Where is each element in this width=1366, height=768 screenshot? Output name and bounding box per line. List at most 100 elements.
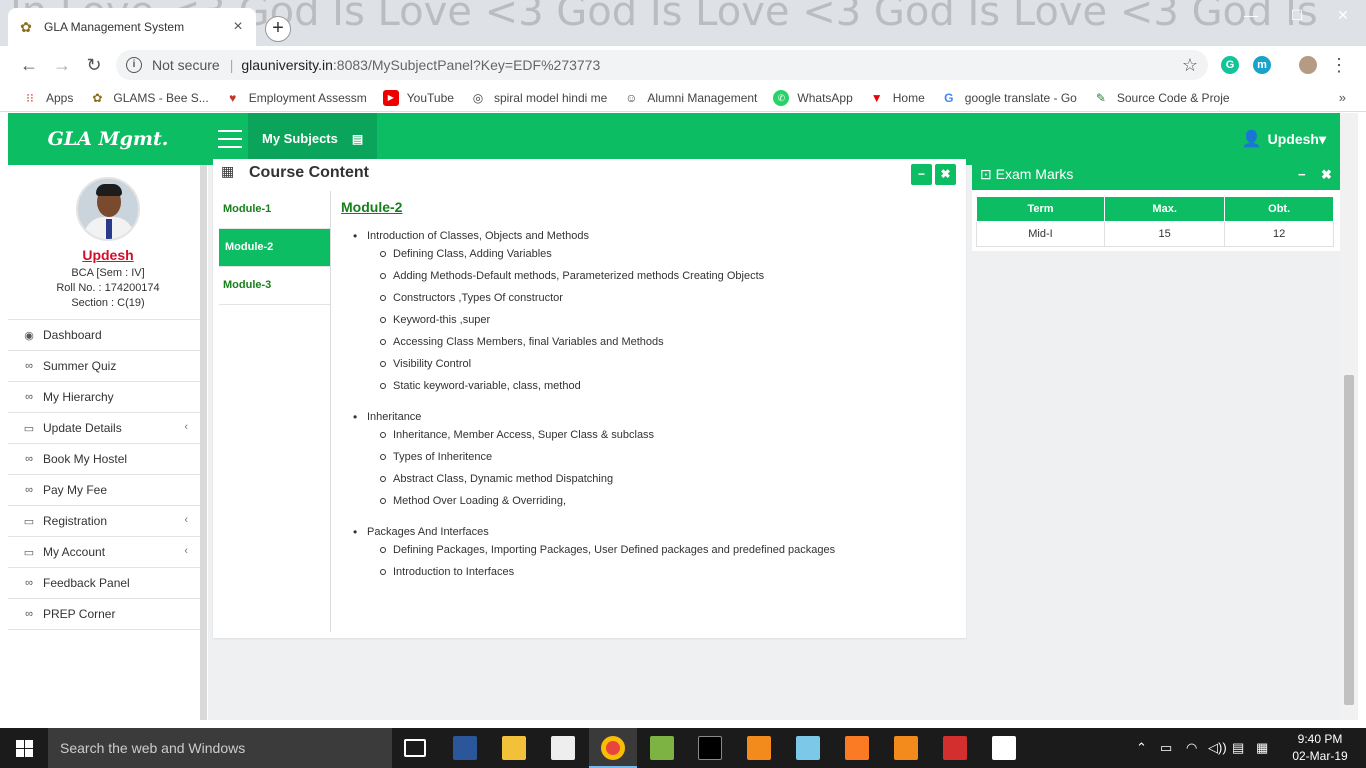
bookmark-star-icon[interactable]: ☆ — [1182, 55, 1198, 76]
sidebar-item-label: Pay My Fee — [43, 483, 108, 497]
reload-icon[interactable]: ↻ — [83, 54, 105, 76]
bookmark-google-translate[interactable]: Ggoogle translate - Go — [941, 90, 1077, 106]
minimize-window-icon[interactable]: — — [1228, 0, 1274, 30]
bookmark-source-code[interactable]: ✎ Source Code & Proje — [1093, 90, 1230, 106]
store-icon[interactable] — [551, 736, 575, 760]
sidebar-item-pay-my-fee[interactable]: ∞ Pay My Fee — [8, 475, 200, 506]
acrobat-icon[interactable] — [943, 736, 967, 760]
bookmark-youtube[interactable]: ▶ YouTube — [382, 89, 454, 106]
alumni-icon: ☺ — [625, 90, 638, 105]
action-center-icon[interactable]: ▤ — [1232, 740, 1244, 756]
chevron-left-icon: ‹ — [184, 514, 188, 526]
new-tab-button[interactable]: + — [265, 16, 291, 42]
user-menu-label: Updesh — [1267, 131, 1319, 147]
browser-tab[interactable]: ✿ GLA Management System × — [8, 8, 256, 46]
panel-title: Course Content — [249, 164, 369, 181]
module-tab-1[interactable]: Module-1 — [219, 191, 331, 229]
sidebar-item-prep-corner[interactable]: ∞ PREP Corner — [8, 599, 200, 630]
window-controls: — ☐ ✕ — [1228, 0, 1366, 30]
link-icon: ∞ — [25, 577, 33, 589]
profile-name[interactable]: Updesh — [8, 247, 208, 263]
task-view-icon[interactable] — [404, 739, 426, 757]
module-content-title[interactable]: Module-2 — [341, 199, 951, 215]
my-subjects-nav[interactable]: My Subjects ▤ — [248, 113, 378, 165]
grammarly-extension-icon[interactable]: G — [1221, 56, 1239, 74]
book-icon: ▤ — [351, 132, 364, 146]
module-tab-2[interactable]: Module-2 — [219, 229, 331, 267]
module-list: Module-1 Module-2 Module-3 — [219, 191, 331, 305]
bookmark-label: YouTube — [406, 90, 454, 105]
close-window-icon[interactable]: ✕ — [1320, 0, 1366, 30]
more-bookmarks-icon[interactable]: » — [1339, 90, 1346, 105]
sidebar-item-update-details[interactable]: ▭ Update Details ‹ — [8, 413, 200, 444]
word-icon[interactable] — [453, 736, 477, 760]
vlc-icon[interactable] — [894, 736, 918, 760]
bookmark-label: Employment Assessm — [248, 90, 367, 105]
wifi-icon[interactable]: ◠ — [1186, 740, 1197, 756]
bookmark-spiral[interactable]: ◎ spiral model hindi me — [470, 90, 608, 106]
module-tab-3[interactable]: Module-3 — [219, 267, 331, 305]
xampp-icon[interactable] — [845, 736, 869, 760]
module-divider — [330, 191, 331, 632]
minimize-panel-button[interactable]: − — [911, 164, 932, 185]
browser-menu-icon[interactable]: ⋮ — [1328, 54, 1350, 76]
show-hidden-icons-icon[interactable]: ⌃ — [1136, 740, 1147, 756]
bookmark-alumni[interactable]: ☺ Alumni Management — [623, 90, 757, 106]
start-button[interactable] — [0, 728, 48, 768]
back-arrow-icon[interactable]: ← — [18, 54, 40, 76]
battery-icon[interactable]: ▭ — [1160, 740, 1172, 756]
chevron-left-icon: ‹ — [184, 421, 188, 433]
grid-icon: ▦ — [221, 163, 235, 179]
sidebar-item-my-account[interactable]: ▭ My Account ‹ — [8, 537, 200, 568]
m-extension-icon[interactable]: m — [1253, 56, 1271, 74]
close-panel-button[interactable]: ✖ — [935, 164, 956, 185]
address-bar[interactable]: i Not secure | glauniversity.in:8083/MyS… — [116, 50, 1208, 80]
url-path: :8083/MySubjectPanel?Key=EDF%273773 — [332, 57, 601, 73]
sidebar-scrollbar[interactable] — [200, 165, 207, 720]
google-icon: G — [944, 90, 954, 105]
sublime-text-icon[interactable] — [747, 736, 771, 760]
sidebar-item-my-hierarchy[interactable]: ∞ My Hierarchy — [8, 382, 200, 413]
obtained-cell: 12 — [1224, 221, 1334, 247]
snipping-tool-icon[interactable] — [650, 736, 674, 760]
youtube-icon: ▶ — [382, 89, 399, 106]
taskbar-search-input[interactable]: Search the web and Windows — [48, 728, 392, 768]
sidebar-item-feedback-panel[interactable]: ∞ Feedback Panel — [8, 568, 200, 599]
chrome-icon[interactable] — [601, 736, 625, 760]
close-exam-icon[interactable]: ✖ — [1321, 167, 1332, 183]
hamburger-menu-icon[interactable] — [218, 130, 242, 148]
command-prompt-icon[interactable] — [698, 736, 722, 760]
maximize-window-icon[interactable]: ☐ — [1274, 0, 1320, 30]
sidebar-item-book-my-hostel[interactable]: ∞ Book My Hostel — [8, 444, 200, 475]
taskbar-clock[interactable]: 9:40 PM 02-Mar-19 — [1290, 731, 1350, 765]
app-brand[interactable]: GLA Mgmt. System — [8, 113, 208, 202]
file-explorer-icon[interactable] — [502, 736, 526, 760]
bookmark-whatsapp[interactable]: ✆ WhatsApp — [773, 89, 853, 106]
subtopic: Static keyword-variable, class, method — [367, 379, 951, 393]
bookmarks-bar: ⁝⁝ Apps ✿ GLAMS - Bee S... ♥ Employment Ass… — [0, 84, 1366, 112]
minimize-exam-icon[interactable]: − — [1298, 167, 1306, 182]
volume-icon[interactable]: ◁)) — [1208, 740, 1227, 756]
bookmark-employment[interactable]: ♥ Employment Assessm — [225, 90, 367, 106]
bookmark-home[interactable]: ▼ Home — [869, 90, 925, 106]
notepad-icon[interactable] — [796, 736, 820, 760]
forward-arrow-icon[interactable]: → — [51, 54, 73, 76]
sidebar-item-registration[interactable]: ▭ Registration ‹ — [8, 506, 200, 537]
scrollbar-thumb[interactable] — [1344, 375, 1354, 705]
column-header: Max. — [1103, 196, 1226, 222]
sidebar-item-summer-quiz[interactable]: ∞ Summer Quiz — [8, 351, 200, 382]
subtopic: Method Over Loading & Overriding, — [367, 494, 951, 508]
subtopic: Constructors ,Types Of constructor — [367, 291, 951, 305]
term-cell: Mid-I — [976, 221, 1105, 247]
profile-avatar-icon[interactable] — [1299, 56, 1317, 74]
bookmark-glams[interactable]: ✿ GLAMS - Bee S... — [89, 90, 208, 106]
tab-close-icon[interactable]: × — [230, 18, 246, 36]
sidebar-item-dashboard[interactable]: ◉ Dashboard — [8, 320, 200, 351]
page-scrollbar[interactable] — [1340, 113, 1358, 720]
photos-icon[interactable] — [992, 736, 1016, 760]
user-menu[interactable]: 👤 Updesh▾ — [1242, 113, 1326, 165]
bookmark-apps[interactable]: ⁝⁝ Apps — [22, 90, 73, 106]
home-v-icon: ▼ — [870, 90, 883, 105]
keyboard-icon[interactable]: ▦ — [1256, 740, 1268, 756]
info-icon[interactable]: i — [126, 57, 142, 73]
